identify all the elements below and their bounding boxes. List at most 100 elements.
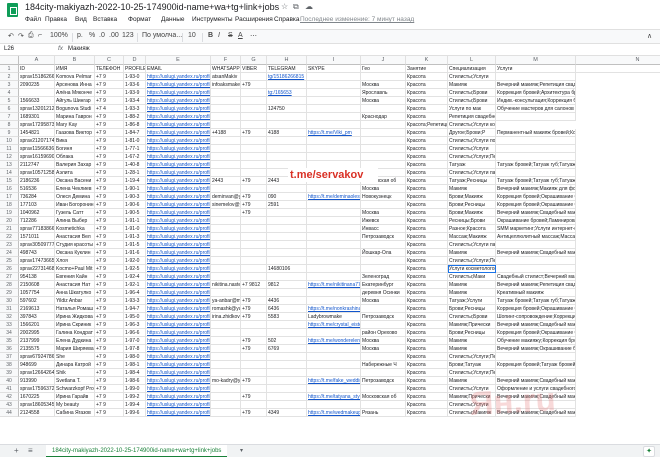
table-cell[interactable]: Айгуль Шингар (55, 97, 95, 105)
table-cell[interactable]: +7 9 (95, 185, 124, 193)
table-cell[interactable]: 1689301 (19, 113, 55, 121)
currency-format-button[interactable]: р. (77, 32, 83, 39)
table-cell[interactable]: Екатеринбург (361, 281, 406, 289)
table-cell[interactable]: Йошкар-Ола (361, 249, 406, 257)
table-cell[interactable]: 1-40-8 (124, 161, 146, 169)
table-cell[interactable]: Набережные Ч (361, 361, 406, 369)
table-cell[interactable]: Московская об (361, 393, 406, 401)
table-cell[interactable]: Коррекция бровей;Окрашивание бровей;Лами… (496, 329, 576, 337)
table-cell[interactable] (241, 361, 267, 369)
table-cell[interactable] (267, 289, 307, 297)
table-cell[interactable]: 1-96-4 (124, 289, 146, 297)
name-box[interactable]: L26 (2, 45, 38, 55)
table-cell[interactable] (307, 233, 361, 241)
table-cell[interactable]: 1-88-2 (124, 113, 146, 121)
table-cell[interactable]: mo-kadry@yand (211, 377, 241, 385)
table-cell[interactable]: 4188 (267, 129, 307, 137)
table-cell[interactable]: tg:/165653 (267, 89, 307, 97)
table-cell[interactable]: ya-anbar@mail (211, 297, 241, 305)
table-cell[interactable] (211, 361, 241, 369)
table-cell[interactable]: Брови;Татуаж (448, 361, 496, 369)
table-cell[interactable]: Петрозаводск (361, 233, 406, 241)
table-cell[interactable]: 498743 (19, 249, 55, 257)
column-title-cell[interactable]: SKYPE (307, 65, 361, 73)
table-cell[interactable]: +7 9 (95, 281, 124, 289)
table-cell[interactable]: sprav16159690 (19, 153, 55, 161)
table-cell[interactable]: +7 9 (95, 369, 124, 377)
table-cell[interactable] (496, 145, 576, 153)
table-cell[interactable]: nikitina.nastena (211, 281, 241, 289)
table-cell[interactable]: Обучение макияжу;Коррекция бровей;Окраши… (496, 337, 576, 345)
table-cell[interactable]: Оформление и услуги свадебного декора;Ор… (496, 385, 576, 393)
table-cell[interactable]: +79 (241, 129, 267, 137)
row-header[interactable]: 4 (0, 89, 19, 97)
table-cell[interactable]: Вечерний макияж;Свадебный макияж;Макияж … (496, 393, 576, 401)
column-title-cell[interactable]: WHATSAPP (211, 65, 241, 73)
column-header-m[interactable]: M (496, 56, 576, 65)
table-cell[interactable]: Массаж;Макияж (448, 233, 496, 241)
table-cell[interactable] (241, 257, 267, 265)
table-cell[interactable]: Красота (406, 353, 448, 361)
table-cell[interactable]: Евгения Кайн (55, 273, 95, 281)
table-cell[interactable]: Олеся Демина (55, 193, 95, 201)
table-cell[interactable] (496, 153, 576, 161)
table-cell[interactable]: Красота (406, 97, 448, 105)
table-cell[interactable]: Стилисты;Брови (448, 89, 496, 97)
table-cell[interactable] (267, 225, 307, 233)
table-cell[interactable]: Красота (406, 289, 448, 297)
table-cell[interactable]: Свадебный стилист;Вечерний макияж;Репети… (496, 273, 576, 281)
table-cell[interactable] (241, 97, 267, 105)
table-cell[interactable]: 1040962 (19, 209, 55, 217)
table-cell[interactable] (267, 185, 307, 193)
table-cell[interactable]: +79 (241, 209, 267, 217)
table-cell[interactable] (307, 297, 361, 305)
table-cell[interactable] (267, 361, 307, 369)
table-cell[interactable]: Ирина Жидкова (55, 313, 95, 321)
row-header[interactable]: 21 (0, 225, 19, 233)
table-cell[interactable] (267, 113, 307, 121)
column-title-cell[interactable]: TELEGRAM (267, 65, 307, 73)
table-cell[interactable]: 2150608 (19, 281, 55, 289)
table-cell[interactable]: +7 9 (95, 305, 124, 313)
menu-view[interactable]: Вид (75, 16, 87, 23)
table-cell[interactable] (241, 73, 267, 81)
table-cell[interactable]: Макияж (448, 185, 496, 193)
table-cell[interactable]: 1-28-1 (124, 169, 146, 177)
italic-button[interactable]: I (218, 32, 220, 39)
table-cell[interactable]: My beauty (55, 401, 95, 409)
table-cell[interactable]: https://uslugi.yandex.ru/profile/Bogun (146, 105, 211, 113)
table-cell[interactable]: Стилисты;Услуги;Педикюр (448, 353, 496, 361)
table-cell[interactable]: 1-93-0 (124, 73, 146, 81)
table-cell[interactable]: Москва (361, 209, 406, 217)
table-cell[interactable]: 1-91-0 (124, 225, 146, 233)
table-cell[interactable]: 1-98-4 (124, 369, 146, 377)
row-header[interactable]: 25 (0, 257, 19, 265)
table-cell[interactable]: Красота (406, 281, 448, 289)
table-cell[interactable]: Инвасс (361, 225, 406, 233)
table-cell[interactable]: 1670225 (19, 393, 55, 401)
table-cell[interactable] (267, 321, 307, 329)
table-cell[interactable] (307, 329, 361, 337)
table-cell[interactable]: Красота (406, 377, 448, 385)
table-cell[interactable] (307, 249, 361, 257)
table-cell[interactable] (211, 161, 241, 169)
table-cell[interactable]: Стилисты;Услуги (448, 401, 496, 409)
table-cell[interactable]: Красота (406, 161, 448, 169)
table-cell[interactable] (19, 89, 55, 97)
table-cell[interactable] (241, 121, 267, 129)
table-cell[interactable] (241, 329, 267, 337)
table-cell[interactable]: +7 9 (95, 385, 124, 393)
table-cell[interactable]: sinemelov@yan (211, 201, 241, 209)
table-cell[interactable]: +79 (241, 377, 267, 385)
table-cell[interactable]: Макияж;Прически (448, 393, 496, 401)
table-cell[interactable] (307, 217, 361, 225)
table-cell[interactable] (267, 369, 307, 377)
sheets-list-icon[interactable]: ≡ (28, 446, 33, 455)
table-cell[interactable]: Стилисты;Услуги (448, 385, 496, 393)
table-cell[interactable]: tg/15186266815 (267, 73, 307, 81)
table-cell[interactable]: https://uslugi.yandex.ru/profile/Komov (146, 73, 211, 81)
table-cell[interactable]: sprav21207174 (19, 137, 55, 145)
table-cell[interactable]: Стилисты;Макияж (448, 409, 496, 417)
table-cell[interactable]: Вика (55, 137, 95, 145)
table-cell[interactable]: infoaksmake@y (211, 81, 241, 89)
